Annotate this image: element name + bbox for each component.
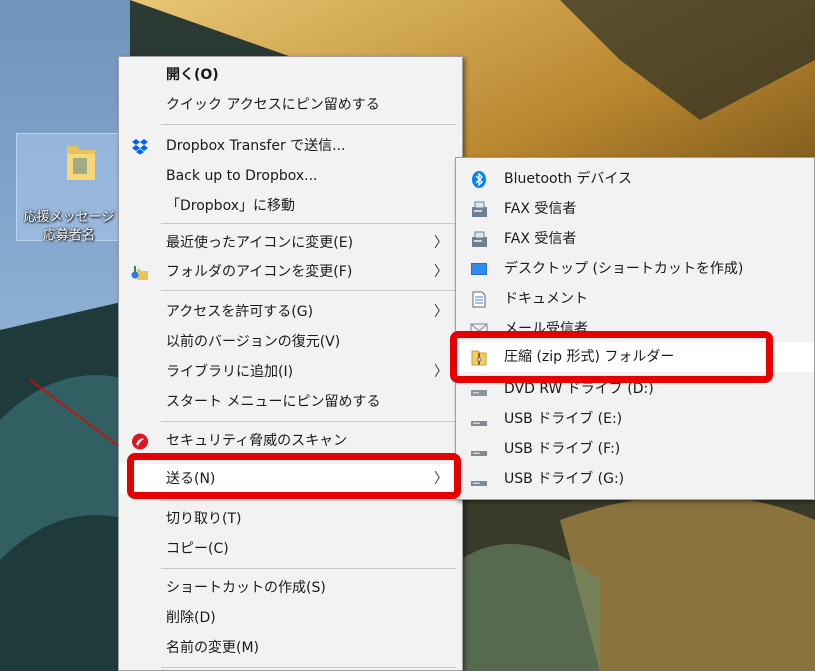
context-menu: 開く(O) クイック アクセスにピン留めする Dropbox Transfer …	[118, 56, 463, 671]
menu-item-backup-dropbox[interactable]: Back up to Dropbox...	[119, 161, 462, 191]
folder-name-line1: 応援メッセージ	[23, 210, 115, 225]
folder-icon	[67, 146, 95, 180]
send-to-desktop-shortcut[interactable]: デスクトップ (ショートカットを作成)	[456, 254, 814, 284]
send-to-usb-e[interactable]: USB ドライブ (E:)	[456, 404, 814, 434]
send-to-usb-f[interactable]: USB ドライブ (F:)	[456, 434, 814, 464]
fax-icon	[472, 201, 487, 217]
menu-item-grant-access[interactable]: アクセスを許可する(G) 〉	[119, 297, 462, 327]
menu-item-rename[interactable]: 名前の変更(M)	[119, 633, 462, 663]
menu-separator	[161, 421, 456, 422]
usb-drive-icon	[471, 481, 487, 486]
fax-icon	[472, 231, 487, 247]
dvd-drive-icon	[471, 390, 487, 396]
submenu-arrow-icon: 〉	[434, 364, 448, 380]
menu-item-restore-versions[interactable]: 以前のバージョンの復元(V)	[119, 327, 462, 357]
menu-item-label: セキュリティ脅威のスキャン	[166, 433, 348, 449]
send-to-fax-1[interactable]: FAX 受信者	[456, 194, 814, 224]
menu-item-label: 開く(O)	[166, 67, 219, 83]
menu-item-security-scan[interactable]: セキュリティ脅威のスキャン	[119, 426, 462, 456]
menu-item-change-folder-icon[interactable]: フォルダのアイコンを変更(F) 〉	[119, 257, 462, 287]
menu-item-change-recent-icon[interactable]: 最近使ったアイコンに変更(E) 〉	[119, 228, 462, 258]
menu-item-label: ライブラリに追加(I)	[166, 364, 294, 380]
send-to-bluetooth[interactable]: Bluetooth デバイス	[456, 164, 814, 194]
menu-item-copy[interactable]: コピー(C)	[119, 534, 462, 564]
menu-item-label: クイック アクセスにピン留めする	[166, 97, 380, 113]
menu-item-label: Back up to Dropbox...	[166, 168, 318, 184]
menu-item-label: Dropbox Transfer で送信...	[166, 138, 346, 154]
menu-item-label: ショートカットの作成(S)	[166, 580, 326, 596]
menu-item-label: FAX 受信者	[504, 201, 577, 217]
menu-item-cut[interactable]: 切り取り(T)	[119, 504, 462, 534]
folder-desktop-icon[interactable]: 応援メッセージ 応募者名	[16, 133, 120, 243]
send-to-fax-2[interactable]: FAX 受信者	[456, 224, 814, 254]
menu-item-label: フォルダのアイコンを変更(F)	[166, 264, 353, 280]
highlight-box-zip	[450, 331, 773, 383]
menu-item-add-to-library[interactable]: ライブラリに追加(I) 〉	[119, 357, 462, 387]
menu-separator	[161, 290, 456, 291]
send-to-documents[interactable]: ドキュメント	[456, 284, 814, 314]
menu-item-label: FAX 受信者	[504, 231, 577, 247]
menu-separator	[161, 500, 456, 501]
menu-item-delete[interactable]: 削除(D)	[119, 603, 462, 633]
menu-item-move-dropbox[interactable]: 「Dropbox」に移動	[119, 191, 462, 221]
menu-item-label: 削除(D)	[166, 610, 216, 626]
menu-item-label: コピー(C)	[166, 541, 229, 557]
send-to-usb-g[interactable]: USB ドライブ (G:)	[456, 464, 814, 494]
desktop-icon	[471, 263, 487, 275]
menu-item-label: 以前のバージョンの復元(V)	[166, 334, 341, 350]
menu-item-pin-start[interactable]: スタート メニューにピン留めする	[119, 387, 462, 417]
menu-item-label: Bluetooth デバイス	[504, 171, 632, 187]
highlight-box-send-to	[127, 453, 461, 499]
security-scan-icon	[132, 433, 148, 450]
menu-separator	[161, 667, 456, 668]
folder-name-line2: 応募者名	[42, 228, 95, 243]
menu-item-label: USB ドライブ (E:)	[504, 411, 623, 427]
desktop-screen: 応援メッセージ 応募者名 開く(O) クイック アクセスにピン留めする Drop…	[0, 0, 815, 671]
menu-item-label: ドキュメント	[504, 291, 588, 307]
menu-separator	[161, 223, 456, 224]
usb-drive-icon	[471, 451, 487, 456]
submenu-arrow-icon: 〉	[434, 304, 448, 320]
menu-item-label: アクセスを許可する(G)	[166, 304, 314, 320]
submenu-arrow-icon: 〉	[434, 264, 448, 280]
folder-paint-icon	[131, 266, 148, 280]
menu-item-pin-quick-access[interactable]: クイック アクセスにピン留めする	[119, 90, 462, 120]
menu-separator	[161, 124, 456, 125]
bluetooth-icon	[472, 171, 486, 188]
menu-item-label: 名前の変更(M)	[166, 640, 260, 656]
send-to-submenu: Bluetooth デバイス FAX 受信者 FAX 受信者 デスクトップ (シ…	[455, 157, 815, 500]
menu-item-label: 切り取り(T)	[166, 511, 242, 527]
usb-drive-icon	[471, 421, 487, 426]
dropbox-icon	[132, 139, 148, 155]
menu-item-dropbox-transfer[interactable]: Dropbox Transfer で送信...	[119, 131, 462, 161]
menu-item-label: 「Dropbox」に移動	[166, 198, 295, 214]
menu-item-label: 最近使ったアイコンに変更(E)	[166, 235, 354, 251]
document-icon	[472, 291, 486, 308]
menu-item-open[interactable]: 開く(O)	[119, 60, 462, 90]
submenu-arrow-icon: 〉	[434, 235, 448, 251]
menu-item-create-shortcut[interactable]: ショートカットの作成(S)	[119, 573, 462, 603]
menu-item-label: スタート メニューにピン留めする	[166, 394, 381, 410]
menu-item-label: デスクトップ (ショートカットを作成)	[504, 261, 744, 277]
menu-separator	[161, 568, 456, 569]
menu-item-label: USB ドライブ (F:)	[504, 441, 621, 457]
menu-item-label: USB ドライブ (G:)	[504, 471, 625, 487]
